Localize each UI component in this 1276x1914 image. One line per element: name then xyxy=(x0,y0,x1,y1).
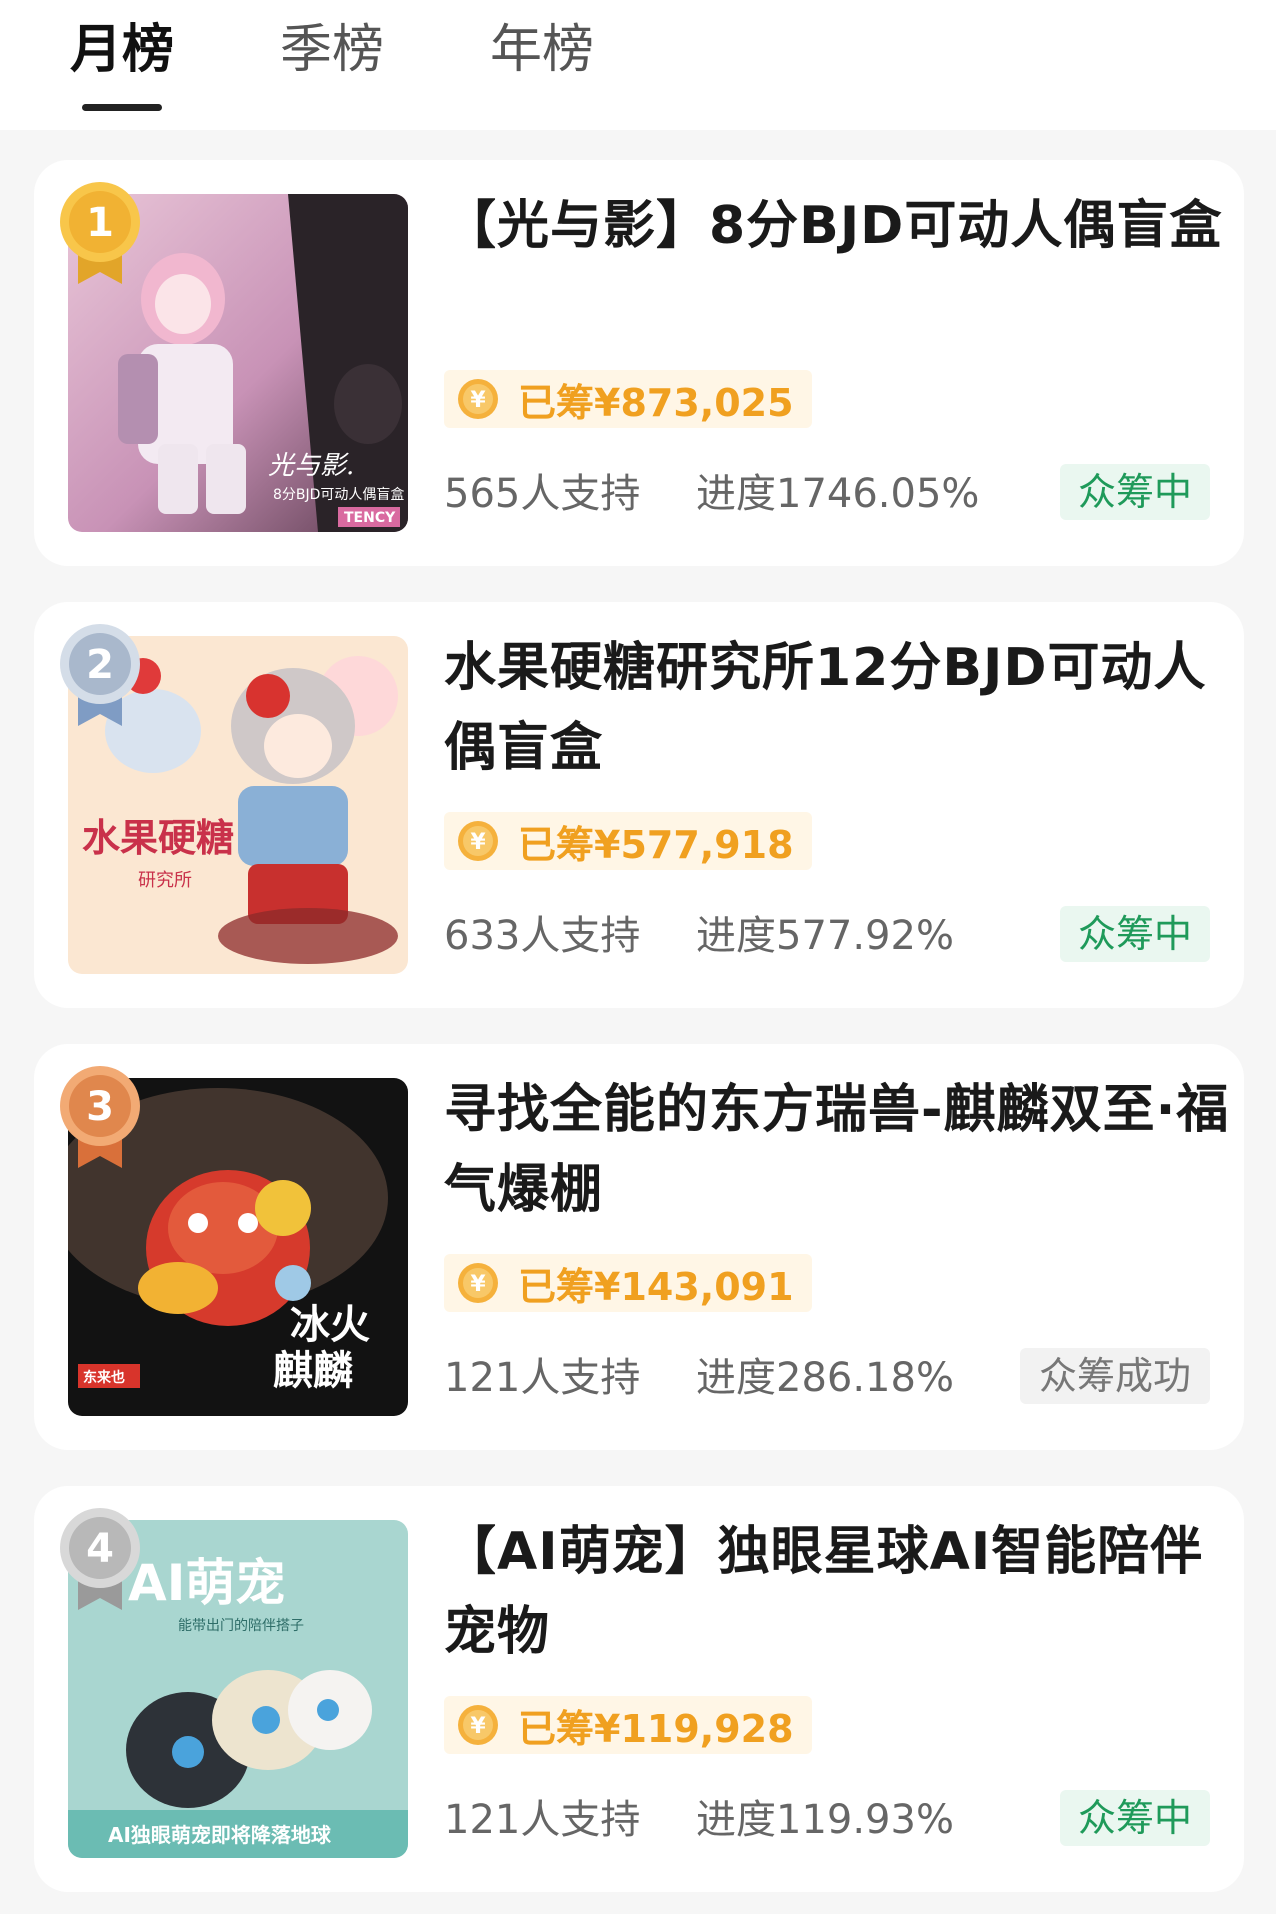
supporters-count: 565人支持 xyxy=(444,471,641,517)
raised-amount-badge: ¥ 已筹¥143,091 xyxy=(444,1254,812,1312)
raised-amount: 已筹¥873,025 xyxy=(518,380,794,425)
status-badge: 众筹中 xyxy=(1060,464,1210,520)
ranking-card-3[interactable]: 冰火 麒麟 东来也 3 寻找全能的东方瑞兽-麒麟双至·福气爆棚 ¥ 已筹¥143… xyxy=(34,1044,1244,1450)
supporters-count: 121人支持 xyxy=(444,1797,641,1843)
thumb-subtitle: 8分BJD可动人偶盲盒 xyxy=(273,486,404,503)
rank-number: 4 xyxy=(86,1526,114,1572)
raised-amount: 已筹¥577,918 xyxy=(518,822,794,867)
progress-percent: 进度119.93% xyxy=(696,1797,954,1843)
supporters-count: 633人支持 xyxy=(444,913,641,959)
rank-medal-bronze: 3 xyxy=(56,1064,144,1172)
raised-amount-badge: ¥ 已筹¥119,928 xyxy=(444,1696,812,1754)
thumb-slogan: AI独眼萌宠即将降落地球 xyxy=(108,1823,332,1847)
ranking-card-2[interactable]: 水果硬糖 研究所 2 水果硬糖研究所12分BJD可动人偶盲盒 ¥ 已筹¥577,… xyxy=(34,602,1244,1008)
raised-amount: 已筹¥143,091 xyxy=(518,1264,794,1309)
status-badge: 众筹成功 xyxy=(1020,1348,1210,1404)
raised-amount-badge: ¥ 已筹¥577,918 xyxy=(444,812,812,870)
progress-percent: 进度286.18% xyxy=(696,1355,954,1401)
ranking-card-1[interactable]: 光与影. 8分BJD可动人偶盲盒 TENCY 1 【光与影】8分BJD可动人偶盲… xyxy=(34,160,1244,566)
ranking-card-4[interactable]: AI萌宠 能带出门的陪伴搭子 AI独眼萌宠即将降落地球 4 【AI萌宠】独眼星球… xyxy=(34,1486,1244,1892)
rank-number: 2 xyxy=(86,642,114,688)
progress-percent: 进度1746.05% xyxy=(696,471,980,517)
svg-text:¥: ¥ xyxy=(470,830,486,855)
thumb-brand-text: AI萌宠 xyxy=(128,1554,285,1612)
thumb-logo: 东来也 xyxy=(83,1369,125,1386)
product-title[interactable]: 【光与影】8分BJD可动人偶盲盒 xyxy=(444,186,1234,266)
thumb-subtitle: 能带出门的陪伴搭子 xyxy=(178,1618,304,1634)
ranking-page: 月榜 季榜 年榜 光与影. 8分BJD可动人偶盲盒 TENCY 1 【光与影】8… xyxy=(0,0,1276,1914)
thumb-brand-text: 光与影. xyxy=(268,451,354,481)
status-badge: 众筹中 xyxy=(1060,906,1210,962)
progress-percent: 进度577.92% xyxy=(696,913,954,959)
ranking-tabs: 月榜 季榜 年榜 xyxy=(0,0,1276,130)
yuan-coin-icon: ¥ xyxy=(458,379,498,419)
svg-text:¥: ¥ xyxy=(470,1272,486,1297)
rank-number: 3 xyxy=(86,1084,114,1130)
yuan-coin-icon: ¥ xyxy=(458,821,498,861)
rank-medal-gold: 1 xyxy=(56,180,144,288)
tab-yearly[interactable]: 年榜 xyxy=(490,14,594,86)
product-title[interactable]: 【AI萌宠】独眼星球AI智能陪伴宠物 xyxy=(444,1512,1234,1672)
yuan-coin-icon: ¥ xyxy=(458,1263,498,1303)
svg-text:¥: ¥ xyxy=(470,388,486,413)
yuan-coin-icon: ¥ xyxy=(458,1705,498,1745)
tab-monthly[interactable]: 月榜 xyxy=(70,14,174,86)
thumb-brand-text: 麒麟 xyxy=(273,1348,353,1394)
rank-medal-silver: 2 xyxy=(56,622,144,730)
thumb-logo: TENCY xyxy=(344,510,396,526)
tab-quarterly[interactable]: 季榜 xyxy=(280,14,384,86)
product-title[interactable]: 水果硬糖研究所12分BJD可动人偶盲盒 xyxy=(444,628,1234,788)
thumb-brand-text: 水果硬糖 xyxy=(82,816,234,860)
rank-medal-gray: 4 xyxy=(56,1506,144,1614)
raised-amount-badge: ¥ 已筹¥873,025 xyxy=(444,370,812,428)
raised-amount: 已筹¥119,928 xyxy=(518,1706,794,1751)
rank-number: 1 xyxy=(86,200,114,246)
product-title[interactable]: 寻找全能的东方瑞兽-麒麟双至·福气爆棚 xyxy=(444,1070,1234,1230)
supporters-count: 121人支持 xyxy=(444,1355,641,1401)
status-badge: 众筹中 xyxy=(1060,1790,1210,1846)
svg-text:¥: ¥ xyxy=(470,1714,486,1739)
thumb-subtitle: 研究所 xyxy=(138,870,192,891)
active-tab-indicator xyxy=(82,104,162,111)
thumb-brand-text: 冰火 xyxy=(290,1302,370,1348)
